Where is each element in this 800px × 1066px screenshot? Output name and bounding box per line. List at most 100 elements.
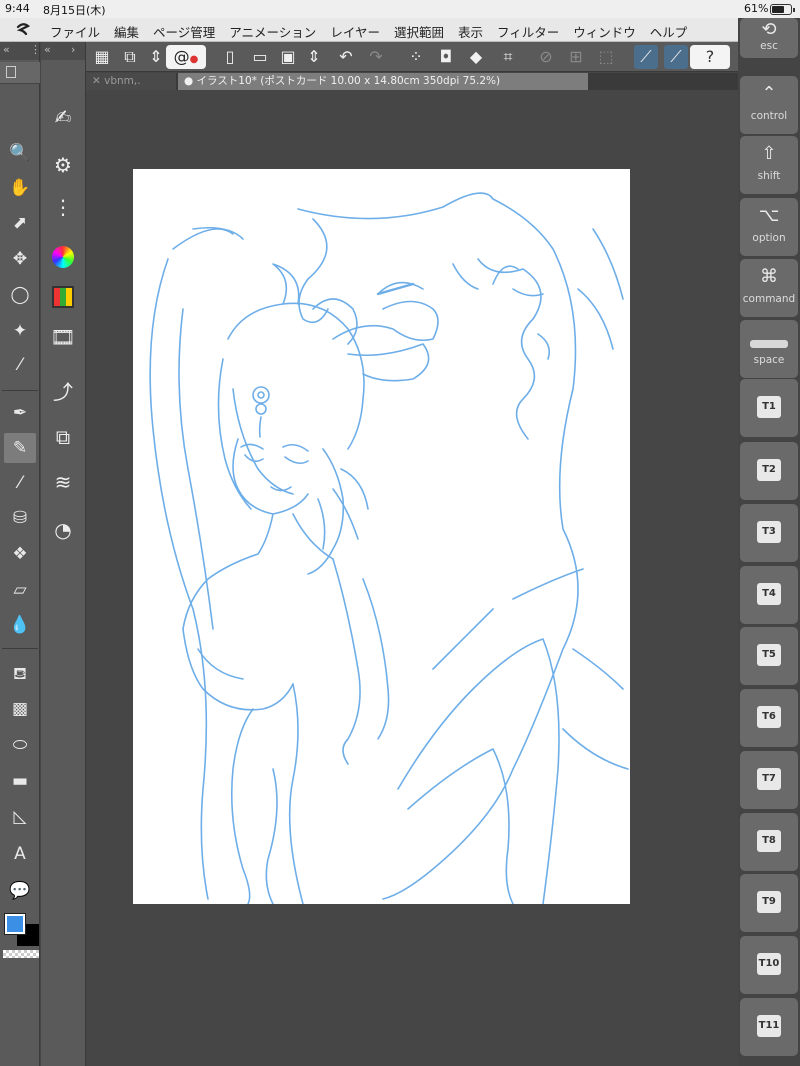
auto-select-icon[interactable]: ✦ (4, 316, 36, 346)
edge-key-esc[interactable]: ⟲ esc (740, 18, 798, 58)
menu-item[interactable]: アニメーション (229, 22, 316, 41)
palette-grip-icon[interactable] (6, 66, 16, 78)
menu-item[interactable]: ファイル (50, 22, 100, 41)
edge-key-option[interactable]: ⌥ option (740, 198, 798, 256)
save-icon[interactable]: ▣ (276, 45, 300, 69)
transform-points-icon[interactable]: ⁘ (404, 45, 428, 69)
object-select-icon[interactable]: ⬈ (4, 208, 36, 238)
edge-key-label: T1 (757, 396, 781, 418)
color-indicator[interactable] (3, 912, 39, 958)
status-date: 8月15日(木) (43, 4, 106, 17)
move-layer-icon[interactable]: ✥ (4, 244, 36, 274)
edge-key-t8[interactable]: T8 (740, 813, 798, 871)
menu-items: ファイル 編集 ページ管理 アニメーション レイヤー 選択範囲 表示 フィルター ウィンドウ ヘル… (50, 22, 687, 41)
navigator-search-icon[interactable]: ◔ (48, 513, 78, 547)
sub-tool-detail-icon[interactable]: ⋮ (48, 190, 78, 224)
color-wheel-icon[interactable] (48, 240, 78, 274)
menu-item[interactable]: ヘルプ (650, 22, 688, 41)
pencil-icon[interactable]: ✎ (4, 433, 36, 463)
tab-vbnm[interactable]: ✕ vbnm,. (86, 73, 176, 90)
tab-close-icon[interactable]: ● (184, 75, 197, 87)
menu-item[interactable]: フィルター (497, 22, 559, 41)
edge-key-command[interactable]: ⌘ command (740, 259, 798, 317)
fill-bucket-icon[interactable]: ⛾ (4, 659, 36, 689)
edge-key-t1[interactable]: T1 (740, 379, 798, 437)
up-down-arrows-icon[interactable]: ⇕ (144, 45, 168, 69)
expand-right-icon[interactable]: › (71, 43, 75, 56)
frame-border-icon[interactable]: ▬ (4, 766, 36, 796)
tab-illust10[interactable]: ● イラスト10* (ポストカード 10.00 x 14.80cm 350dpi… (178, 73, 588, 90)
edge-key-t2[interactable]: T2 (740, 442, 798, 500)
decoration-icon[interactable]: ❖ (4, 539, 36, 569)
selection-border-icon[interactable]: ⬚ (594, 45, 618, 69)
help-icon[interactable]: ? (690, 45, 730, 69)
edge-key-t10[interactable]: T10 (740, 936, 798, 994)
text-icon[interactable]: A (4, 839, 36, 869)
collapse-left-icon[interactable]: « (3, 43, 10, 56)
tool-property-icon[interactable]: ⚙ (48, 148, 78, 182)
edge-key-t6[interactable]: T6 (740, 689, 798, 747)
menu-item[interactable]: ページ管理 (153, 22, 215, 41)
balloon-icon[interactable]: 💬 (4, 876, 36, 906)
open-folder-icon[interactable]: ▭ (248, 45, 272, 69)
clip-studio-logo-icon[interactable] (14, 21, 32, 39)
ruler-icon[interactable]: ◺ (4, 802, 36, 832)
menu-item[interactable]: 編集 (114, 22, 139, 41)
redo-icon[interactable]: ↷ (364, 45, 388, 69)
menu-item[interactable]: 表示 (458, 22, 483, 41)
palette-divider (2, 648, 38, 649)
clip-studio-icon[interactable]: ⧉ (118, 45, 142, 69)
edge-key-t11[interactable]: T11 (740, 998, 798, 1056)
edge-key-label: T10 (757, 953, 781, 975)
drawing-canvas[interactable] (133, 169, 630, 904)
layer-stack-icon[interactable]: ≋ (48, 465, 78, 499)
canvas-workspace[interactable] (86, 90, 738, 1066)
new-file-icon[interactable]: ▯ (218, 45, 242, 69)
hand-icon[interactable]: ✋ (4, 173, 36, 203)
edge-key-t3[interactable]: T3 (740, 504, 798, 562)
undo-icon[interactable]: ↶ (334, 45, 358, 69)
tab-close-icon[interactable]: ✕ (92, 75, 104, 87)
pen-icon[interactable]: ✒ (4, 398, 36, 428)
edge-key-control[interactable]: ⌃ control (740, 76, 798, 134)
layer-clear-icon[interactable]: ◘ (434, 45, 458, 69)
eraser-icon[interactable]: ▱ (4, 575, 36, 605)
menu-item[interactable]: レイヤー (330, 22, 380, 41)
edge-key-t5[interactable]: T5 (740, 627, 798, 685)
transparent-color-swatch[interactable] (3, 950, 39, 958)
clip-spiral-icon[interactable]: @● (166, 45, 206, 69)
clear-outside-icon[interactable]: ⊘ (534, 45, 558, 69)
gradient-icon[interactable]: ▩ (4, 694, 36, 724)
menu-item[interactable]: ウィンドウ (573, 22, 636, 41)
color-set-icon[interactable] (48, 280, 78, 314)
invert-selection-icon[interactable]: ⊞ (564, 45, 588, 69)
main-color-swatch[interactable] (4, 913, 26, 935)
blend-icon[interactable]: 💧 (4, 610, 36, 640)
edge-key-t4[interactable]: T4 (740, 566, 798, 624)
brush-size-icon[interactable]: ⤴ (48, 375, 78, 409)
palette-menu-icon[interactable]: ⋮ (30, 43, 41, 56)
airbrush-icon[interactable]: ⛁ (4, 503, 36, 533)
shift-arrow-icon: ⇧ (761, 143, 777, 164)
sub-palette-column: « › ✍ ⚙ ⋮ 🎞 ⤴ ⧉ ≋ ◔ (41, 42, 86, 1066)
edge-key-space[interactable]: space (740, 320, 798, 378)
layer-property-icon[interactable]: ⧉ (48, 420, 78, 454)
edge-key-shift[interactable]: ⇧ shift (740, 136, 798, 194)
up-down-arrows-icon[interactable]: ⇕ (302, 45, 326, 69)
lasso-icon[interactable]: ◯ (4, 280, 36, 310)
animation-timeline-icon[interactable]: 🎞 (48, 320, 78, 354)
free-transform-icon[interactable]: ⌗ (496, 45, 520, 69)
figure-icon[interactable]: ⬭ (4, 730, 36, 760)
ruler-snap-icon[interactable]: ⟋ (634, 45, 658, 69)
eyedropper-icon[interactable]: ⁄ (4, 350, 36, 380)
special-ruler-snap-icon[interactable]: ⟋ (664, 45, 688, 69)
brush-icon[interactable]: ⁄ (4, 468, 36, 498)
grid-icon[interactable]: ▦ (90, 45, 114, 69)
edge-key-t7[interactable]: T7 (740, 751, 798, 809)
collapse-left-icon[interactable]: « (44, 43, 51, 56)
fill-icon[interactable]: ◆ (464, 45, 488, 69)
zoom-icon[interactable]: 🔍 (4, 138, 36, 168)
menu-item[interactable]: 選択範囲 (394, 22, 444, 41)
sub-tool-list-icon[interactable]: ✍ (48, 100, 78, 134)
edge-key-t9[interactable]: T9 (740, 874, 798, 932)
